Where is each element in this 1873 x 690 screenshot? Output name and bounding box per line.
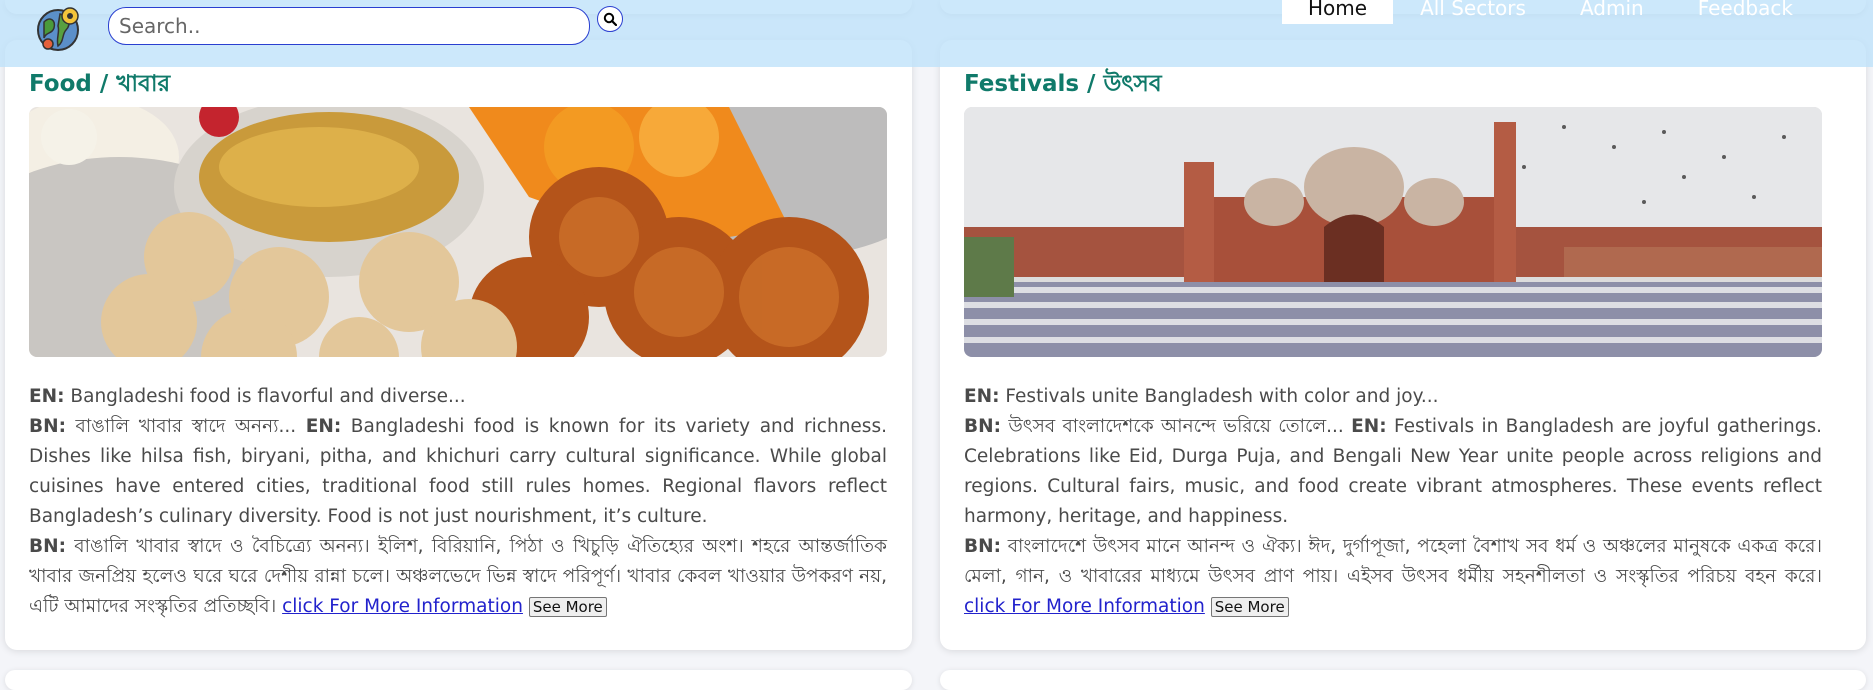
nav-admin[interactable]: Admin: [1553, 0, 1671, 24]
bn-description: বাংলাদেশে উৎসব মানে আনন্দ ও ঐক্য। ঈদ, দু…: [964, 536, 1822, 587]
next-card-edge: [5, 670, 912, 690]
card-description: EN: Bangladeshi food is flavorful and di…: [29, 382, 887, 622]
search-icon: [603, 12, 617, 26]
bn-summary: বাঙালি খাবার স্বাদে অনন্য...: [75, 416, 297, 437]
nav-all-sectors[interactable]: All Sectors: [1393, 0, 1553, 24]
nav-home[interactable]: Home: [1282, 0, 1394, 24]
en-summary: Festivals unite Bangladesh with color an…: [1005, 386, 1439, 407]
en-label: EN:: [305, 416, 342, 437]
en-label: EN:: [1351, 416, 1387, 437]
bn-label: BN:: [29, 416, 66, 437]
see-more-button[interactable]: See More: [1210, 597, 1289, 617]
see-more-button[interactable]: See More: [528, 597, 607, 617]
more-information-link[interactable]: click For More Information: [964, 596, 1205, 617]
sector-card-festivals: Festivals / উৎসব EN: Festivals unite Ban…: [940, 40, 1866, 650]
navbar: Home All Sectors Admin Feedback: [0, 0, 1873, 67]
en-summary: Bangladeshi food is flavorful and divers…: [70, 386, 466, 407]
bn-label: BN:: [964, 536, 1001, 557]
card-title: Food / খাবার: [29, 71, 171, 97]
next-card-edge: [940, 670, 1866, 690]
bn-summary: উৎসব বাংলাদেশকে আনন্দে ভরিয়ে তোলে...: [1008, 416, 1344, 437]
main-nav: Home All Sectors Admin Feedback: [1282, 0, 1820, 24]
festival-image: [964, 107, 1822, 357]
sector-card-food: Food / খাবার EN: Bangladeshi food is fla…: [5, 40, 912, 650]
more-information-link[interactable]: click For More Information: [282, 596, 523, 617]
nav-feedback[interactable]: Feedback: [1671, 0, 1820, 24]
globe-logo-icon[interactable]: [34, 4, 84, 54]
search-button[interactable]: [597, 6, 623, 32]
bn-label: BN:: [964, 416, 1001, 437]
card-description: EN: Festivals unite Bangladesh with colo…: [964, 382, 1822, 622]
card-title: Festivals / উৎসব: [964, 71, 1162, 97]
bn-label: BN:: [29, 536, 66, 557]
en-label: EN:: [29, 386, 65, 407]
search-input[interactable]: [108, 7, 590, 45]
food-image: [29, 107, 887, 357]
en-label: EN:: [964, 386, 1000, 407]
